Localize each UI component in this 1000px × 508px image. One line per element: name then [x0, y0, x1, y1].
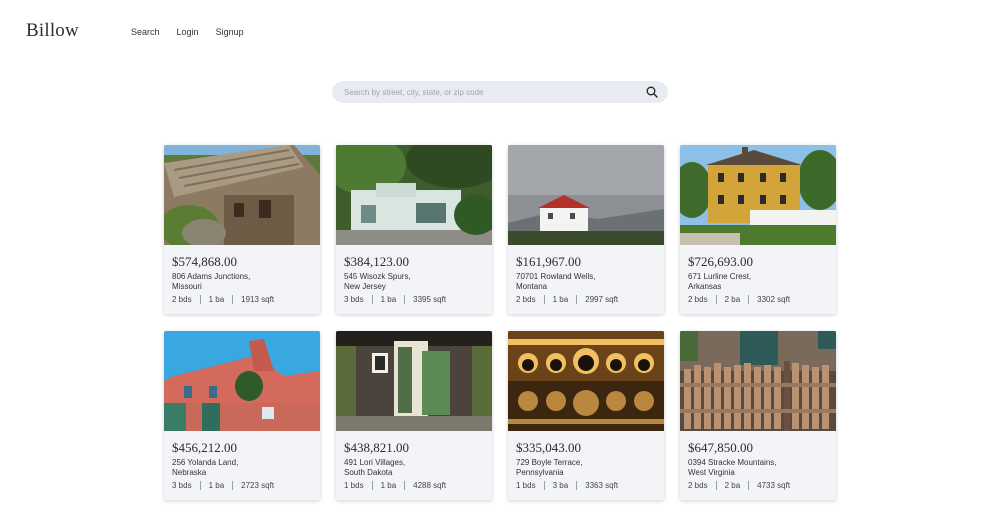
listing-baths: 2 ba	[724, 295, 741, 304]
listing-sqft: 2723 sqft	[241, 481, 275, 490]
listing-sqft: 4288 sqft	[413, 481, 447, 490]
nav-search-link[interactable]: Search	[131, 27, 160, 37]
listing-photo	[336, 145, 492, 245]
listing-photo	[164, 331, 320, 431]
listing-beds: 2 bds	[688, 295, 708, 304]
listing-card[interactable]: $647,850.00 0394 Stracke Mountains, West…	[680, 331, 836, 500]
listing-price: $456,212.00	[172, 440, 237, 455]
listing-baths: 1 ba	[208, 481, 225, 490]
listing-specs: 2 bds 1 ba 2997 sqft	[516, 295, 656, 304]
listing-card[interactable]: $335,043.00 729 Boyle Terrace, Pennsylva…	[508, 331, 664, 500]
listing-specs: 2 bds 2 ba 3302 sqft	[688, 295, 828, 304]
listing-region: Missouri	[172, 282, 202, 291]
listing-grid: $574,868.00 806 Adams Junctions, Missour…	[164, 145, 836, 500]
listing-specs: 3 bds 1 ba 3395 sqft	[344, 295, 484, 304]
listing-region: New Jersey	[344, 282, 386, 291]
search-icon[interactable]	[646, 86, 658, 98]
listing-baths: 3 ba	[552, 481, 569, 490]
listing-baths: 2 ba	[724, 481, 741, 490]
listing-card[interactable]: $384,123.00 545 Wisozk Spurs, New Jersey…	[336, 145, 492, 314]
search-input[interactable]	[342, 86, 646, 98]
listing-street: 545 Wisozk Spurs,	[344, 272, 411, 281]
listing-beds: 3 bds	[344, 295, 364, 304]
listing-street: 729 Boyle Terrace,	[516, 458, 583, 467]
listing-sqft: 4733 sqft	[757, 481, 791, 490]
listing-specs: 1 bds 1 ba 4288 sqft	[344, 481, 484, 490]
listing-specs: 1 bds 3 ba 3363 sqft	[516, 481, 656, 490]
listing-price: $438,821.00	[344, 440, 409, 455]
listing-region: South Dakota	[344, 468, 393, 477]
listing-baths: 1 ba	[380, 481, 397, 490]
listing-photo	[680, 145, 836, 245]
listing-beds: 1 bds	[516, 481, 536, 490]
listing-baths: 1 ba	[380, 295, 397, 304]
listing-sqft: 1913 sqft	[241, 295, 275, 304]
listing-street: 671 Lurline Crest,	[688, 272, 752, 281]
listing-card[interactable]: $726,693.00 671 Lurline Crest, Arkansas …	[680, 145, 836, 314]
listing-specs: 2 bds 2 ba 4733 sqft	[688, 481, 828, 490]
listing-card[interactable]: $574,868.00 806 Adams Junctions, Missour…	[164, 145, 320, 314]
listing-photo	[680, 331, 836, 431]
listing-region: Pennsylvania	[516, 468, 564, 477]
listing-region: Arkansas	[688, 282, 722, 291]
listing-specs: 3 bds 1 ba 2723 sqft	[172, 481, 312, 490]
listing-price: $574,868.00	[172, 254, 237, 269]
listing-street: 806 Adams Junctions,	[172, 272, 251, 281]
listing-photo	[508, 145, 664, 245]
listing-price: $335,043.00	[516, 440, 581, 455]
listing-beds: 2 bds	[688, 481, 708, 490]
listing-beds: 2 bds	[516, 295, 536, 304]
listing-baths: 1 ba	[552, 295, 569, 304]
listing-sqft: 2997 sqft	[585, 295, 619, 304]
listing-card[interactable]: $161,967.00 70701 Rowland Wells, Montana…	[508, 145, 664, 314]
listing-photo	[508, 331, 664, 431]
listing-sqft: 3302 sqft	[757, 295, 791, 304]
listing-card[interactable]: $456,212.00 256 Yolanda Land, Nebraska 3…	[164, 331, 320, 500]
listing-price: $384,123.00	[344, 254, 409, 269]
listing-street: 0394 Stracke Mountains,	[688, 458, 777, 467]
nav-signup-link[interactable]: Signup	[216, 27, 244, 37]
listing-sqft: 3363 sqft	[585, 481, 619, 490]
listing-price: $726,693.00	[688, 254, 753, 269]
listing-baths: 1 ba	[208, 295, 225, 304]
listing-sqft: 3395 sqft	[413, 295, 447, 304]
listing-specs: 2 bds 1 ba 1913 sqft	[172, 295, 312, 304]
listing-beds: 1 bds	[344, 481, 364, 490]
listing-street: 256 Yolanda Land,	[172, 458, 239, 467]
listing-photo	[336, 331, 492, 431]
listing-price: $647,850.00	[688, 440, 753, 455]
search-bar	[332, 81, 668, 103]
listing-region: Montana	[516, 282, 548, 291]
nav-login-link[interactable]: Login	[177, 27, 199, 37]
top-nav: Search Login Signup	[131, 27, 244, 37]
listing-price: $161,967.00	[516, 254, 581, 269]
listing-street: 491 Lori Villages,	[344, 458, 406, 467]
listing-region: Nebraska	[172, 468, 207, 477]
listing-region: West Virginia	[688, 468, 735, 477]
listing-photo	[164, 145, 320, 245]
listing-street: 70701 Rowland Wells,	[516, 272, 596, 281]
brand-logo[interactable]: Billow	[26, 20, 79, 42]
listing-beds: 3 bds	[172, 481, 192, 490]
listing-card[interactable]: $438,821.00 491 Lori Villages, South Dak…	[336, 331, 492, 500]
listing-beds: 2 bds	[172, 295, 192, 304]
